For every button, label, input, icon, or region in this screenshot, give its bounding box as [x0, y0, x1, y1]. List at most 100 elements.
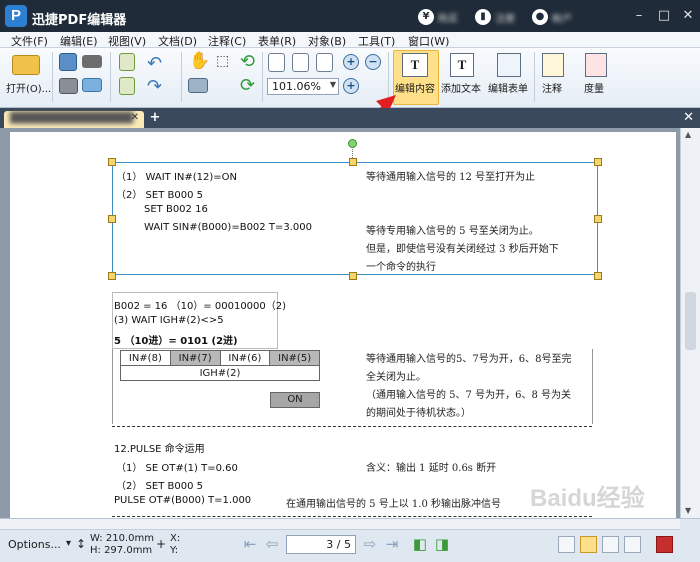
hand-tool-icon[interactable]: ✋	[189, 51, 210, 71]
menu-object[interactable]: 对象(B)	[308, 33, 346, 49]
annotate-button[interactable]: 注释	[542, 80, 562, 95]
text-line[interactable]: B002 = 16 （10）= 00010000（2)	[114, 297, 286, 312]
redo-icon[interactable]: ↷	[147, 76, 162, 97]
text-line[interactable]: 但是，即使信号没有关闭经过 3 秒后开始下	[366, 240, 559, 255]
snapshot-icon[interactable]	[188, 78, 208, 93]
edit-content-icon[interactable]: T	[402, 53, 428, 77]
text-line[interactable]: 含义：输出 1 延时 0.6s 断开	[366, 459, 496, 474]
pdf-page[interactable]: （1） WAIT IN#(12)=ON （2） SET B000 5 SET B…	[10, 132, 676, 518]
rotate-right-icon[interactable]: ⟳	[240, 75, 255, 96]
text-line[interactable]: 在通用输出信号的 5 号上以 1.0 秒输出脉冲信号	[286, 495, 501, 510]
vertical-scrollbar[interactable]: ▲ ▼	[680, 128, 700, 518]
single-page-view-icon[interactable]	[558, 536, 575, 553]
edit-form-button[interactable]: 编辑表单	[488, 80, 528, 95]
text-line[interactable]: 5 （10进）= 0101 (2进)	[114, 332, 238, 347]
document-canvas[interactable]: （1） WAIT IN#(12)=ON （2） SET B000 5 SET B…	[0, 128, 680, 518]
menu-file[interactable]: 文件(F)	[11, 33, 48, 49]
menu-edit[interactable]: 编辑(E)	[60, 33, 98, 49]
first-page-icon[interactable]: ⇤	[240, 534, 260, 554]
text-line[interactable]: (3) WAIT IGH#(2)<>5	[114, 315, 224, 326]
text-line[interactable]: 的期间处于待机状态。）	[366, 404, 471, 419]
select-cursor-icon[interactable]: ⬚	[216, 53, 229, 69]
text-line[interactable]: （通用输入信号的 5、7 号为开，6、8 号为关	[366, 386, 571, 401]
page-number-input[interactable]: 3 / 5	[286, 535, 356, 554]
edit-form-icon[interactable]	[497, 53, 521, 77]
text-line[interactable]: 一个命令的执行	[366, 258, 436, 273]
measure-button[interactable]: 度量	[584, 80, 604, 95]
back-view-icon[interactable]: ◧	[410, 534, 430, 554]
rotate-handle[interactable]	[348, 139, 357, 148]
close-all-icon[interactable]: ✕	[683, 110, 694, 125]
text-line[interactable]: 等待通用输入信号的 12 号至打开为止	[366, 168, 535, 183]
resize-handle[interactable]	[349, 272, 357, 280]
facing-view-icon[interactable]	[602, 536, 619, 553]
minimize-icon[interactable]: –	[630, 7, 648, 25]
close-icon[interactable]: ✕	[679, 7, 697, 25]
resize-handle[interactable]	[349, 158, 357, 166]
zoom-in-icon[interactable]: +	[343, 54, 359, 70]
fit-width-icon[interactable]	[316, 53, 333, 72]
maximize-icon[interactable]: □	[655, 7, 673, 25]
resize-handle[interactable]	[594, 272, 602, 280]
menu-form[interactable]: 表单(R)	[258, 33, 296, 49]
print-icon[interactable]	[59, 78, 78, 94]
section-title[interactable]: 12.PULSE 命令运用	[114, 440, 205, 455]
measure-icon[interactable]	[585, 53, 607, 77]
text-line[interactable]: 等待通用输入信号的5、7号为开，6、8号至完	[366, 350, 571, 365]
tab-close-icon[interactable]: ✕	[131, 112, 139, 123]
text-line[interactable]: 等待专用输入信号的 5 号至关闭为止。	[366, 222, 539, 237]
scroll-thumb[interactable]	[685, 292, 696, 350]
horizontal-scrollbar[interactable]	[0, 519, 680, 530]
menu-comment[interactable]: 注释(C)	[208, 33, 246, 49]
options-button[interactable]: Options...	[8, 538, 61, 551]
chevron-down-icon[interactable]: ▾	[66, 538, 71, 549]
menu-document[interactable]: 文档(D)	[158, 33, 197, 49]
new-tab-icon[interactable]: +	[148, 111, 162, 125]
resize-handle[interactable]	[594, 215, 602, 223]
open-button[interactable]: 打开(O)...	[6, 80, 51, 95]
register-button[interactable]: ▮ 注册	[475, 8, 515, 26]
import-icon[interactable]	[119, 53, 135, 71]
text-line[interactable]: SET B002 16	[144, 204, 208, 215]
resize-handle[interactable]	[108, 158, 116, 166]
menu-tools[interactable]: 工具(T)	[358, 33, 395, 49]
fit-page-icon[interactable]	[292, 53, 309, 72]
folder-open-icon[interactable]	[12, 55, 40, 75]
facing-continuous-view-icon[interactable]	[624, 536, 641, 553]
add-text-icon[interactable]: T	[450, 53, 474, 77]
resize-handle[interactable]	[594, 158, 602, 166]
email-icon[interactable]	[82, 78, 102, 92]
export-icon[interactable]	[119, 77, 135, 95]
scroll-up-icon[interactable]: ▲	[685, 130, 691, 139]
menu-window[interactable]: 窗口(W)	[408, 33, 449, 49]
continuous-view-icon[interactable]	[580, 536, 597, 553]
resize-handle[interactable]	[108, 272, 116, 280]
zoom-out-icon[interactable]: −	[365, 54, 381, 70]
forward-view-icon[interactable]: ◨	[432, 534, 452, 554]
actual-size-icon[interactable]	[268, 53, 285, 72]
previous-page-icon[interactable]: ⇦	[262, 534, 282, 554]
scanner-icon[interactable]	[82, 55, 102, 68]
menu-view[interactable]: 视图(V)	[108, 33, 146, 49]
text-line[interactable]: WAIT SIN#(B000)=B002 T=3.000	[144, 222, 312, 233]
annotate-icon[interactable]	[542, 53, 564, 77]
pdf-icon[interactable]	[656, 536, 673, 553]
text-line[interactable]: （2） SET B000 5	[116, 477, 203, 492]
resize-handle[interactable]	[108, 215, 116, 223]
text-line[interactable]: （1） SE OT#(1) T=0.60	[116, 459, 238, 474]
add-text-button[interactable]: 添加文本	[441, 80, 481, 95]
last-page-icon[interactable]: ⇥	[382, 534, 402, 554]
account-button[interactable]: ● 帐户	[532, 8, 572, 26]
text-line[interactable]: 全关闭为止。	[366, 368, 426, 383]
text-line[interactable]: （1） WAIT IN#(12)=ON	[116, 168, 237, 183]
rotate-left-icon[interactable]: ⟲	[240, 51, 255, 72]
save-icon[interactable]	[59, 53, 77, 71]
buy-button[interactable]: ¥ 购买	[418, 8, 458, 26]
text-line[interactable]: （2） SET B000 5	[116, 186, 203, 201]
undo-icon[interactable]: ↶	[147, 53, 162, 74]
next-page-icon[interactable]: ⇨	[360, 534, 380, 554]
document-tab[interactable]: ████████████████ ✕	[4, 111, 144, 128]
scroll-down-icon[interactable]: ▼	[685, 506, 691, 515]
zoom-select[interactable]: 101.06% ▼	[267, 78, 339, 95]
text-line[interactable]: PULSE OT#(B000) T=1.000	[114, 495, 251, 506]
